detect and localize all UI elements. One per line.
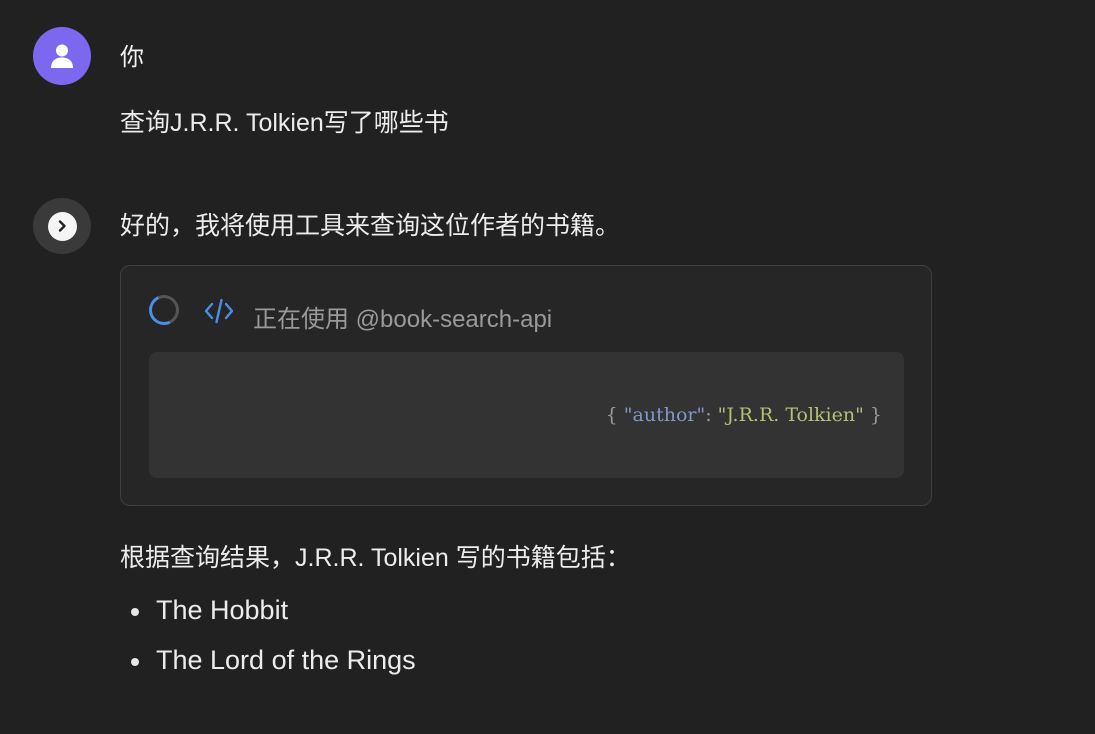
tool-call-card: 正在使用 @book-search-api { "author": "J.R.R… bbox=[120, 265, 932, 506]
user-icon bbox=[51, 44, 73, 68]
json-close-brace: } bbox=[869, 404, 882, 426]
tool-arguments-code-block: { "author": "J.R.R. Tolkien" } bbox=[149, 352, 904, 478]
assistant-intro-text: 好的，我将使用工具来查询这位作者的书籍。 bbox=[120, 212, 621, 240]
book-title: The Lord of the Rings bbox=[156, 645, 416, 675]
chevron-right-icon bbox=[58, 220, 66, 232]
tool-arguments-json: { "author": "J.R.R. Tolkien" } bbox=[606, 404, 882, 426]
assistant-avatar bbox=[33, 198, 91, 254]
code-icon bbox=[204, 298, 234, 324]
user-message-text: 查询J.R.R. Tolkien写了哪些书 bbox=[120, 109, 449, 137]
user-avatar bbox=[33, 27, 91, 85]
result-intro-text: 根据查询结果，J.R.R. Tolkien 写的书籍包括： bbox=[120, 544, 631, 572]
book-title: The Hobbit bbox=[156, 595, 289, 625]
bullet-icon bbox=[131, 658, 139, 666]
bullet-icon bbox=[131, 608, 139, 616]
json-open-brace: { bbox=[605, 404, 618, 426]
tool-status-text: 正在使用 @book-search-api bbox=[253, 306, 553, 333]
message-author: 你 bbox=[120, 44, 144, 71]
json-value: "J.R.R. Tolkien" bbox=[717, 404, 864, 426]
chat-conversation: 你 查询J.R.R. Tolkien写了哪些书 好的，我将使用工具来查询这位作者… bbox=[0, 0, 1095, 734]
json-colon: : bbox=[705, 404, 712, 426]
loading-spinner-icon bbox=[144, 290, 184, 330]
json-key: "author" bbox=[623, 404, 706, 426]
